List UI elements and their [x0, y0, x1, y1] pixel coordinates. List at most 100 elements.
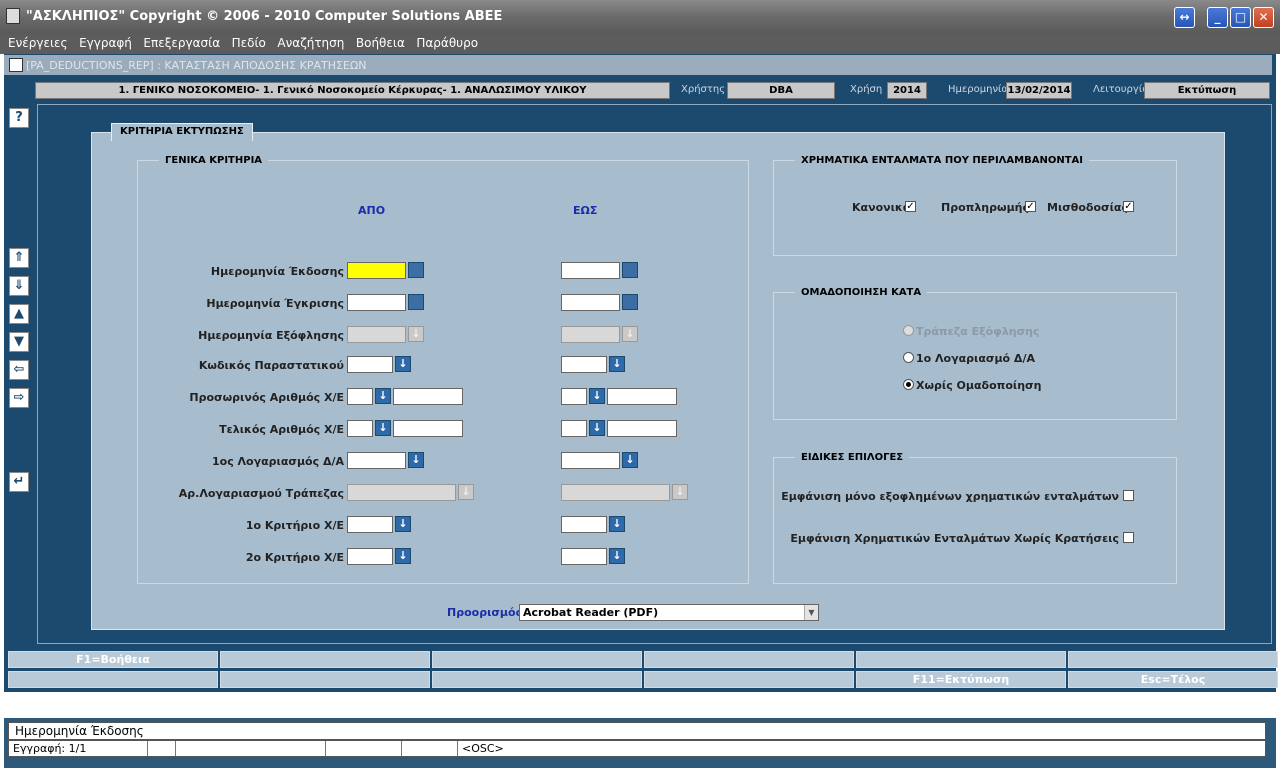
- menu-search[interactable]: Αναζήτηση: [277, 34, 344, 50]
- first-record-button[interactable]: ⇑: [9, 248, 29, 268]
- from-bank-input: [347, 484, 456, 501]
- destination-select[interactable]: Acrobat Reader (PDF): [519, 604, 819, 621]
- function-key-button[interactable]: [856, 651, 1066, 668]
- from-criterion-input[interactable]: [347, 516, 393, 533]
- to-number-input[interactable]: [607, 388, 677, 405]
- user-field: DBA: [727, 82, 835, 99]
- chevron-down-icon: ↓: [408, 326, 424, 342]
- next-block-button[interactable]: ⇓: [9, 276, 29, 296]
- calendar-icon[interactable]: [622, 262, 638, 278]
- menu-record[interactable]: Εγγραφή: [79, 34, 132, 50]
- prepay-checkbox[interactable]: ✓: [1025, 201, 1036, 212]
- payroll-label: Μισθοδοσίας: [1047, 201, 1128, 214]
- prev-record-button[interactable]: ▲: [9, 304, 29, 324]
- minimize-button[interactable]: _: [1207, 7, 1228, 28]
- paid-only-checkbox[interactable]: [1123, 490, 1134, 501]
- from-number-input[interactable]: [393, 420, 463, 437]
- status-seg: [175, 741, 325, 756]
- menu-window[interactable]: Παράθυρο: [416, 34, 478, 50]
- to-date-input[interactable]: [561, 262, 620, 279]
- chevron-down-icon[interactable]: ▼: [804, 605, 818, 620]
- to-number-input[interactable]: [607, 420, 677, 437]
- window-titlebar: "ΑΣΚΛΗΠΙΟΣ" Copyright © 2006 - 2010 Comp…: [0, 0, 1280, 34]
- close-button[interactable]: ✕: [1253, 7, 1274, 28]
- dropdown-icon: ↓: [672, 484, 688, 500]
- dropdown-icon: ↓: [458, 484, 474, 500]
- to-account-input[interactable]: [561, 452, 620, 469]
- function-key-button[interactable]: [644, 651, 854, 668]
- no-grouping-radio[interactable]: [903, 379, 914, 390]
- dropdown-icon[interactable]: ↓: [408, 452, 424, 468]
- maximize-button[interactable]: □: [1230, 7, 1251, 28]
- dropdown-icon[interactable]: ↓: [609, 516, 625, 532]
- form-header: [PA_DEDUCTIONS_REP] : ΚΑΤΑΣΤΑΣΗ ΑΠΟΔΟΣΗΣ…: [4, 55, 1272, 75]
- to-code-input[interactable]: [561, 356, 607, 373]
- from-account-input[interactable]: [347, 452, 406, 469]
- undo-button[interactable]: ↵: [9, 472, 29, 492]
- f1-key-button[interactable]: F1=Βοήθεια: [8, 651, 218, 668]
- calendar-icon[interactable]: [622, 294, 638, 310]
- dropdown-icon[interactable]: ↓: [375, 420, 391, 436]
- next-record-button[interactable]: ▼: [9, 332, 29, 352]
- from-prefix-input[interactable]: [347, 420, 373, 437]
- from-prefix-input[interactable]: [347, 388, 373, 405]
- to-prefix-input[interactable]: [561, 388, 587, 405]
- chevron-down-icon: ↓: [622, 326, 638, 342]
- record-counter: Εγγραφή: 1/1: [13, 742, 87, 755]
- next-field-button[interactable]: ⇨: [9, 388, 29, 408]
- from-code-input[interactable]: [347, 356, 393, 373]
- year-field: 2014: [887, 82, 927, 99]
- menu-help[interactable]: Βοήθεια: [356, 34, 405, 50]
- to-prefix-input[interactable]: [561, 420, 587, 437]
- to-date-input[interactable]: [561, 294, 620, 311]
- function-key-button[interactable]: [432, 671, 642, 688]
- menu-field[interactable]: Πεδίο: [232, 34, 266, 50]
- window-title: "ΑΣΚΛΗΠΙΟΣ" Copyright © 2006 - 2010 Comp…: [26, 9, 503, 24]
- function-label: Λειτουργία: [1093, 84, 1149, 95]
- dropdown-icon[interactable]: ↓: [609, 356, 625, 372]
- no-grouping-radio-label: Χωρίς Ομαδοποίηση: [916, 379, 1042, 392]
- special-options-title: ΕΙΔΙΚΕΣ ΕΠΙΛΟΓΕΣ: [795, 452, 910, 463]
- menu-actions[interactable]: Ενέργειες: [8, 34, 68, 50]
- from-number-input[interactable]: [393, 388, 463, 405]
- from-date-input[interactable]: [347, 262, 406, 279]
- normal-checkbox[interactable]: ✓: [905, 201, 916, 212]
- function-key-button[interactable]: [8, 671, 218, 688]
- to-criterion-input[interactable]: [561, 516, 607, 533]
- dropdown-icon[interactable]: ↓: [395, 356, 411, 372]
- account-radio[interactable]: [903, 352, 914, 363]
- to-criterion-input[interactable]: [561, 548, 607, 565]
- menu-bar: Ενέργειες Εγγραφή Επεξεργασία Πεδίο Αναζ…: [0, 34, 1280, 54]
- tab-print-criteria[interactable]: ΚΡΙΤΗΡΙΑ ΕΚΤΥΠΩΣΗΣ: [111, 123, 253, 141]
- destination-label: Προορισμός: [447, 606, 523, 619]
- dropdown-icon[interactable]: ↓: [609, 548, 625, 564]
- restore-icon[interactable]: ↔: [1174, 7, 1195, 28]
- dropdown-icon[interactable]: ↓: [395, 548, 411, 564]
- from-criterion-input[interactable]: [347, 548, 393, 565]
- dropdown-icon[interactable]: ↓: [622, 452, 638, 468]
- payroll-checkbox[interactable]: ✓: [1123, 201, 1134, 212]
- function-key-button[interactable]: [644, 671, 854, 688]
- form-title: [PA_DEDUCTIONS_REP] : ΚΑΤΑΣΤΑΣΗ ΑΠΟΔΟΣΗΣ…: [26, 59, 367, 72]
- no-deductions-checkbox[interactable]: [1123, 532, 1134, 543]
- calendar-icon[interactable]: [408, 294, 424, 310]
- help-button[interactable]: ?: [9, 108, 29, 128]
- dropdown-icon[interactable]: ↓: [589, 420, 605, 436]
- esc-key-button[interactable]: Esc=Τέλος: [1068, 671, 1278, 688]
- f11-key-button[interactable]: F11=Εκτύπωση: [856, 671, 1066, 688]
- function-key-button[interactable]: [220, 651, 430, 668]
- special-options-group: [773, 457, 1177, 584]
- menu-edit[interactable]: Επεξεργασία: [143, 34, 220, 50]
- from-date-input[interactable]: [347, 294, 406, 311]
- account-radio-label: 1ο Λογαριασμό Δ/Α: [916, 352, 1035, 365]
- function-key-button[interactable]: [220, 671, 430, 688]
- function-key-button[interactable]: [1068, 651, 1278, 668]
- dropdown-icon[interactable]: ↓: [589, 388, 605, 404]
- function-field: Εκτύπωση: [1144, 82, 1270, 99]
- prev-field-button[interactable]: ⇦: [9, 360, 29, 380]
- calendar-icon[interactable]: [408, 262, 424, 278]
- dropdown-icon[interactable]: ↓: [395, 516, 411, 532]
- dropdown-icon[interactable]: ↓: [375, 388, 391, 404]
- function-key-button[interactable]: [432, 651, 642, 668]
- general-criteria-group: [137, 160, 749, 584]
